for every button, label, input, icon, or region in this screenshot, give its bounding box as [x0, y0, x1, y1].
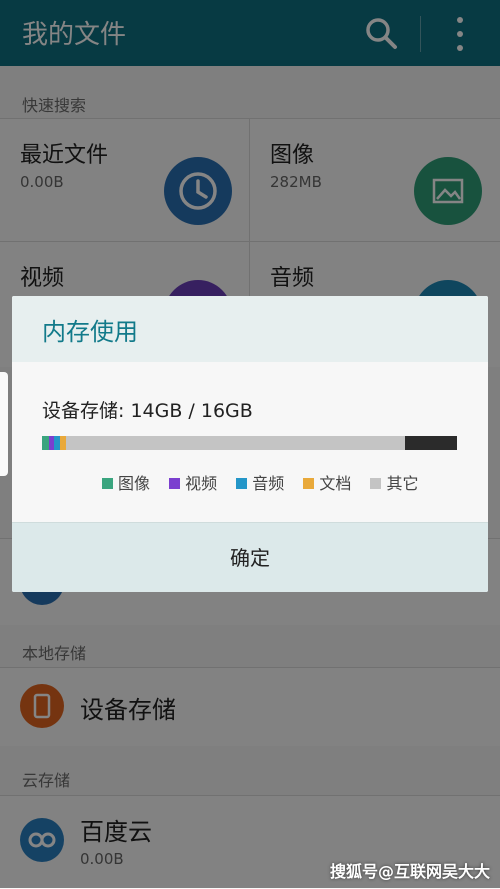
watermark: 搜狐号@互联网吴大大 — [330, 862, 491, 881]
usage-segment-other — [66, 436, 406, 450]
confirm-button[interactable]: 确定 — [12, 523, 488, 592]
legend-item-video: 视频 — [169, 470, 217, 494]
dialog-header: 内存使用 — [12, 296, 488, 362]
legend-item-other: 其它 — [370, 470, 418, 494]
storage-usage-text: 设备存储: 14GB / 16GB — [42, 400, 253, 422]
legend-item-images: 图像 — [102, 470, 150, 494]
storage-usage-bar — [42, 436, 457, 450]
side-drawer-handle[interactable] — [0, 372, 8, 476]
legend-item-documents: 文档 — [303, 470, 351, 494]
legend-swatch — [370, 478, 382, 489]
legend-swatch — [102, 478, 113, 489]
legend-swatch — [303, 478, 315, 489]
legend-swatch — [169, 478, 181, 489]
legend-item-audio: 音频 — [236, 470, 284, 494]
dialog-footer: 确定 — [12, 522, 488, 592]
usage-segment-images — [42, 436, 49, 450]
memory-usage-dialog: 内存使用 设备存储: 14GB / 16GB 图像 视频 音频 文档 其它 确定 — [12, 296, 488, 592]
dialog-title: 内存使用 — [42, 318, 138, 346]
usage-legend: 图像 视频 音频 文档 其它 — [102, 470, 432, 494]
legend-swatch — [236, 478, 248, 489]
